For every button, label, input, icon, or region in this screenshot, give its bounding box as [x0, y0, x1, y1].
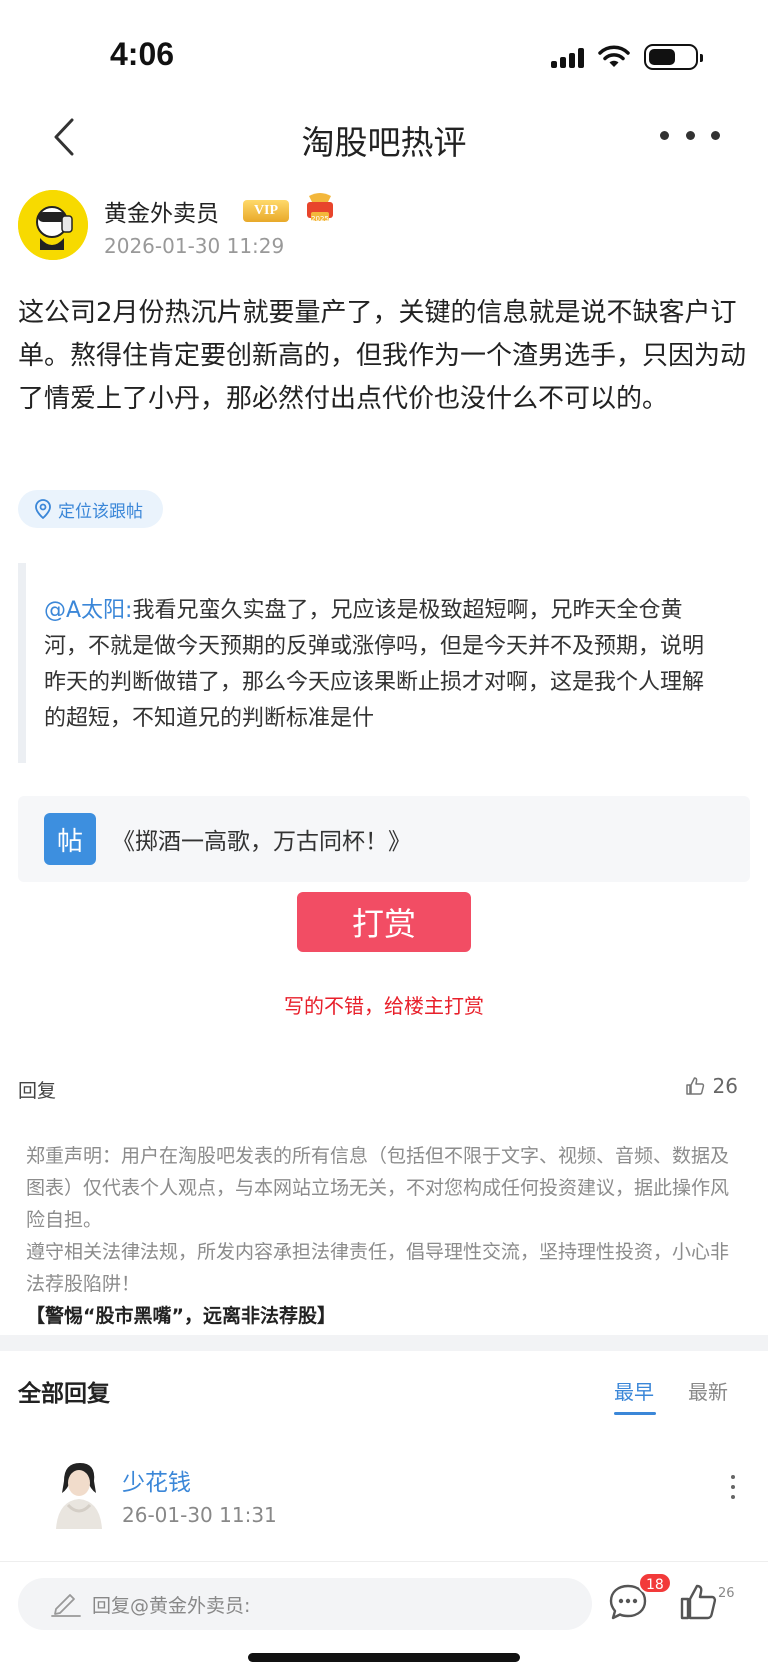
post-time: 2026-01-30 11:29 [104, 234, 285, 258]
reward-hint: 写的不错，给楼主打赏 [284, 994, 484, 1018]
thumbs-up-icon [685, 1077, 704, 1095]
locate-label: 定位该跟帖 [58, 501, 143, 522]
tab-underline [614, 1412, 656, 1415]
bottom-like-count: 26 [718, 1586, 735, 1601]
like-count: 26 [712, 1074, 738, 1098]
section-divider [0, 1335, 768, 1351]
reward-button[interactable]: 打赏 [297, 892, 471, 952]
svg-text:2025: 2025 [311, 215, 329, 223]
author-avatar[interactable] [18, 190, 88, 260]
disclaimer-line-2: 遵守相关法律法规，所发内容承担法律责任，倡导理性交流，坚持理性投资，小心非法荐股… [26, 1241, 730, 1295]
replies-title: 全部回复 [18, 1381, 110, 1407]
vip-badge: VIP [243, 200, 289, 222]
reply-menu-icon[interactable] [728, 1475, 738, 1499]
status-icons [551, 44, 703, 70]
tab-earliest[interactable]: 最早 [614, 1376, 654, 1405]
reply-placeholder: 回复@黄金外卖员: [92, 1594, 251, 1617]
tab-latest[interactable]: 最新 [688, 1376, 728, 1405]
topic-tag: 帖 [44, 813, 96, 865]
disclaimer-line-1: 郑重声明：用户在淘股吧发表的所有信息（包括但不限于文字、视频、音频、数据及图表）… [26, 1145, 730, 1231]
topic-title: 《掷酒一高歌，万古同杯！》 [112, 829, 411, 855]
reply-time: 26-01-30 11:31 [122, 1503, 277, 1527]
more-icon[interactable] [660, 120, 720, 150]
topic-card[interactable]: 帖 《掷酒一高歌，万古同杯！》 [18, 796, 750, 882]
pen-icon [51, 1594, 81, 1617]
quoted-reply: @A太阳:我看兄蛮久实盘了，兄应该是极致超短啊，兄昨天全仓黄河，不就是做今天预期… [18, 563, 738, 763]
post-header: 黄金外卖员 VIP 2025 2026-01-30 11:29 [18, 190, 758, 270]
bottom-bar: 回复@黄金外卖员: 18 26 [0, 1562, 768, 1669]
wifi-icon [598, 45, 630, 67]
quote-user-link[interactable]: @A太阳: [44, 598, 132, 623]
like-button[interactable]: 26 [685, 1074, 738, 1098]
reply-button[interactable]: 回复 [18, 1076, 56, 1103]
like-icon[interactable] [678, 1582, 718, 1622]
nav-bar: 淘股吧热评 [0, 100, 768, 174]
location-pin-icon [35, 499, 51, 519]
page-title: 淘股吧热评 [301, 123, 467, 162]
replies-header: 全部回复 最早 最新 [18, 1368, 750, 1418]
comment-count-badge: 18 [638, 1572, 672, 1594]
status-time: 4:06 [110, 36, 175, 72]
status-bar: 4:06 [0, 0, 768, 110]
author-name[interactable]: 黄金外卖员 [104, 194, 219, 228]
locate-post-button[interactable]: 定位该跟帖 [18, 490, 163, 528]
battery-icon [644, 44, 703, 70]
reply-author[interactable]: 少花钱 [122, 1463, 191, 1497]
disclaimer: 郑重声明：用户在淘股吧发表的所有信息（包括但不限于文字、视频、音频、数据及图表）… [26, 1140, 736, 1332]
home-indicator[interactable] [248, 1653, 520, 1662]
reply-item: 少花钱 26-01-30 11:31 你的判断是会横新高吗 那大概是多久呢 [0, 1455, 768, 1586]
post-content: 这公司2月份热沉片就要量产了，关键的信息就是说不缺客户订单。熬得住肯定要创新高的… [18, 298, 747, 414]
reply-avatar[interactable] [50, 1459, 106, 1529]
disclaimer-warning: 【警惕“股市黑嘴”，远离非法荐股】 [26, 1305, 336, 1327]
quote-text: 我看兄蛮久实盘了，兄应该是极致超短啊，兄昨天全仓黄河，不就是做今天预期的反弹或涨… [44, 598, 705, 731]
medal-icon: 2025 [307, 193, 333, 223]
cellular-signal-icon [551, 46, 584, 68]
post-actions: 回复 26 [18, 1074, 738, 1104]
reply-input[interactable]: 回复@黄金外卖员: [18, 1578, 592, 1630]
